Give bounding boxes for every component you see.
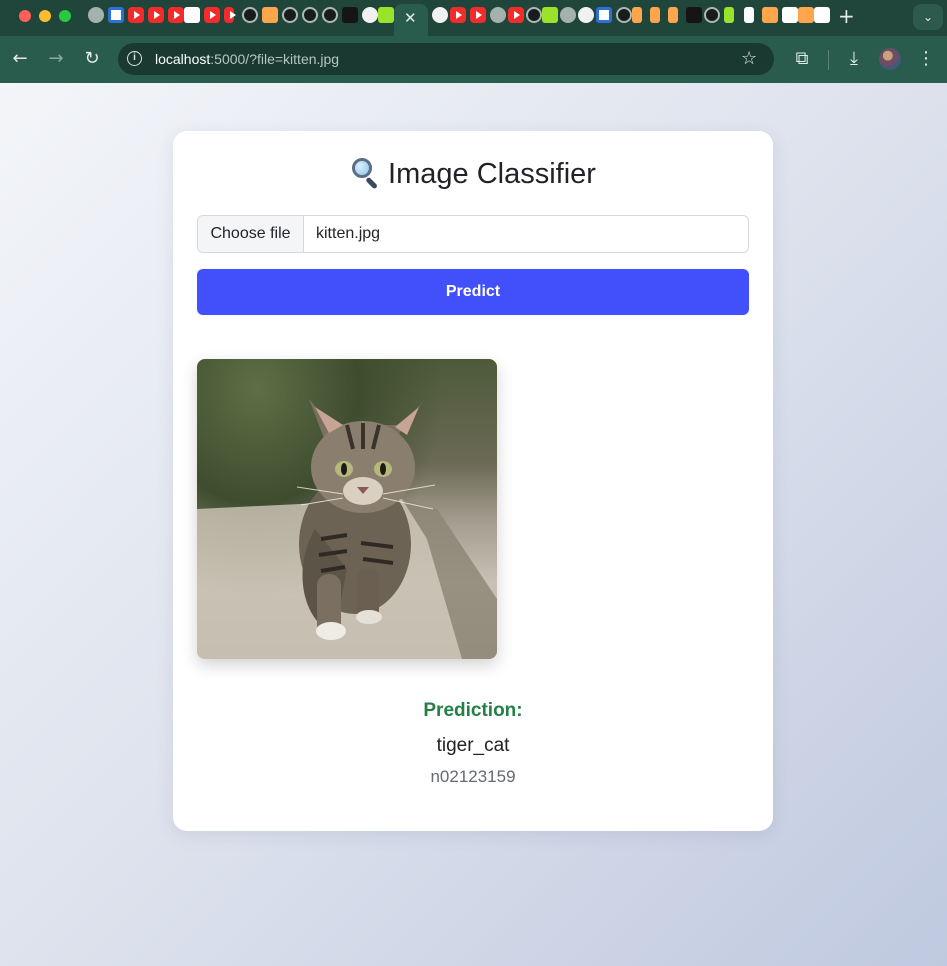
active-tab[interactable]: ✕ — [394, 4, 428, 36]
tab-search-button[interactable]: ⌄ — [913, 4, 943, 30]
extensions-icon[interactable]: ⧉ — [791, 48, 813, 70]
tab-favicon-icon[interactable] — [108, 7, 124, 23]
kitten-photo — [197, 359, 497, 659]
tab-favicon-icon[interactable] — [322, 7, 338, 23]
tab-favicon-icon[interactable] — [668, 7, 678, 23]
more-menu-icon[interactable]: ⋮ — [915, 48, 937, 70]
classifier-card: Image Classifier Choose file kitten.jpg … — [173, 131, 773, 831]
tab-favicon-icon[interactable] — [262, 7, 278, 23]
prediction-class-id: n02123159 — [430, 767, 516, 786]
tab-favicon-icon[interactable] — [490, 7, 506, 23]
tab-favicon-icon[interactable] — [596, 7, 612, 23]
youtube-tab-icon[interactable] — [470, 7, 486, 23]
tab-close-icon[interactable]: ✕ — [404, 10, 417, 26]
tab-favicon-icon[interactable] — [282, 7, 298, 23]
tab-favicon-icon[interactable] — [542, 7, 558, 23]
youtube-tab-icon[interactable] — [508, 7, 524, 23]
tab-favicon-icon[interactable] — [798, 7, 814, 23]
kitten-illustration — [197, 399, 497, 659]
profile-avatar[interactable] — [879, 48, 901, 70]
tab-favicon-icon[interactable] — [342, 7, 358, 23]
toolbar-separator — [828, 50, 829, 70]
tab-favicon-icon[interactable] — [782, 7, 798, 23]
file-upload-field[interactable]: Choose file kitten.jpg — [197, 215, 749, 253]
reload-icon[interactable]: ↻ — [81, 48, 103, 70]
address-bar[interactable]: i localhost:5000/?file=kitten.jpg ☆ — [118, 43, 774, 75]
youtube-tab-icon[interactable] — [204, 7, 220, 23]
google-tab-icon[interactable] — [814, 7, 830, 23]
window-minimize-button[interactable] — [39, 10, 51, 22]
tab-favicon-icon[interactable] — [242, 7, 258, 23]
tab-favicon-icon[interactable] — [184, 7, 200, 23]
page-title-text: Image Classifier — [388, 158, 596, 190]
bookmark-star-icon[interactable]: ☆ — [741, 49, 757, 69]
magnifying-glass-icon — [350, 158, 382, 190]
github-tab-icon[interactable] — [578, 7, 594, 23]
browser-toolbar: ← → ↻ i localhost:5000/?file=kitten.jpg … — [0, 36, 947, 83]
github-tab-icon[interactable] — [432, 7, 448, 23]
back-arrow-icon[interactable]: ← — [9, 48, 31, 70]
page-title: Image Classifier — [173, 157, 773, 191]
tab-favicon-icon[interactable] — [724, 7, 734, 23]
tab-favicon-icon[interactable] — [378, 7, 394, 23]
github-tab-icon[interactable] — [362, 7, 378, 23]
url-path: :5000/?file=kitten.jpg — [210, 51, 340, 67]
prediction-class-name: tiger_cat — [436, 735, 510, 756]
youtube-tab-icon[interactable] — [148, 7, 164, 23]
url-host: localhost — [155, 51, 211, 67]
new-tab-button[interactable]: + — [838, 6, 855, 26]
tab-favicon-icon[interactable] — [616, 7, 632, 23]
url-text[interactable]: localhost:5000/?file=kitten.jpg — [155, 51, 339, 67]
tab-favicon-icon[interactable] — [762, 7, 778, 23]
predict-button[interactable]: Predict — [197, 269, 749, 315]
tab-favicon-icon[interactable] — [224, 7, 236, 23]
downloads-icon[interactable]: ⤓ — [843, 48, 865, 70]
tab-favicon-icon[interactable] — [632, 7, 642, 23]
youtube-tab-icon[interactable] — [168, 7, 184, 23]
youtube-tab-icon[interactable] — [450, 7, 466, 23]
tab-strip: ✕ + ⌄ — [0, 0, 947, 36]
tab-favicon-icon[interactable] — [560, 7, 576, 23]
tab-favicon-icon[interactable] — [686, 7, 702, 23]
window-zoom-button[interactable] — [59, 10, 71, 22]
choose-file-button[interactable]: Choose file — [198, 216, 304, 252]
selected-file-name: kitten.jpg — [316, 225, 381, 242]
forward-arrow-icon[interactable]: → — [45, 48, 67, 70]
tab-favicon-icon[interactable] — [302, 7, 318, 23]
tab-favicon-icon[interactable] — [650, 7, 660, 23]
window-close-button[interactable] — [19, 10, 31, 22]
prediction-label: Prediction: — [423, 700, 523, 721]
tab-favicon-icon[interactable] — [704, 7, 720, 23]
tab-favicon-icon[interactable] — [526, 7, 542, 23]
site-info-icon[interactable]: i — [127, 51, 142, 66]
page-viewport: Image Classifier Choose file kitten.jpg … — [0, 83, 947, 966]
youtube-tab-icon[interactable] — [128, 7, 144, 23]
tab-favicon-icon[interactable] — [88, 7, 104, 23]
tab-favicon-icon[interactable] — [744, 7, 754, 23]
